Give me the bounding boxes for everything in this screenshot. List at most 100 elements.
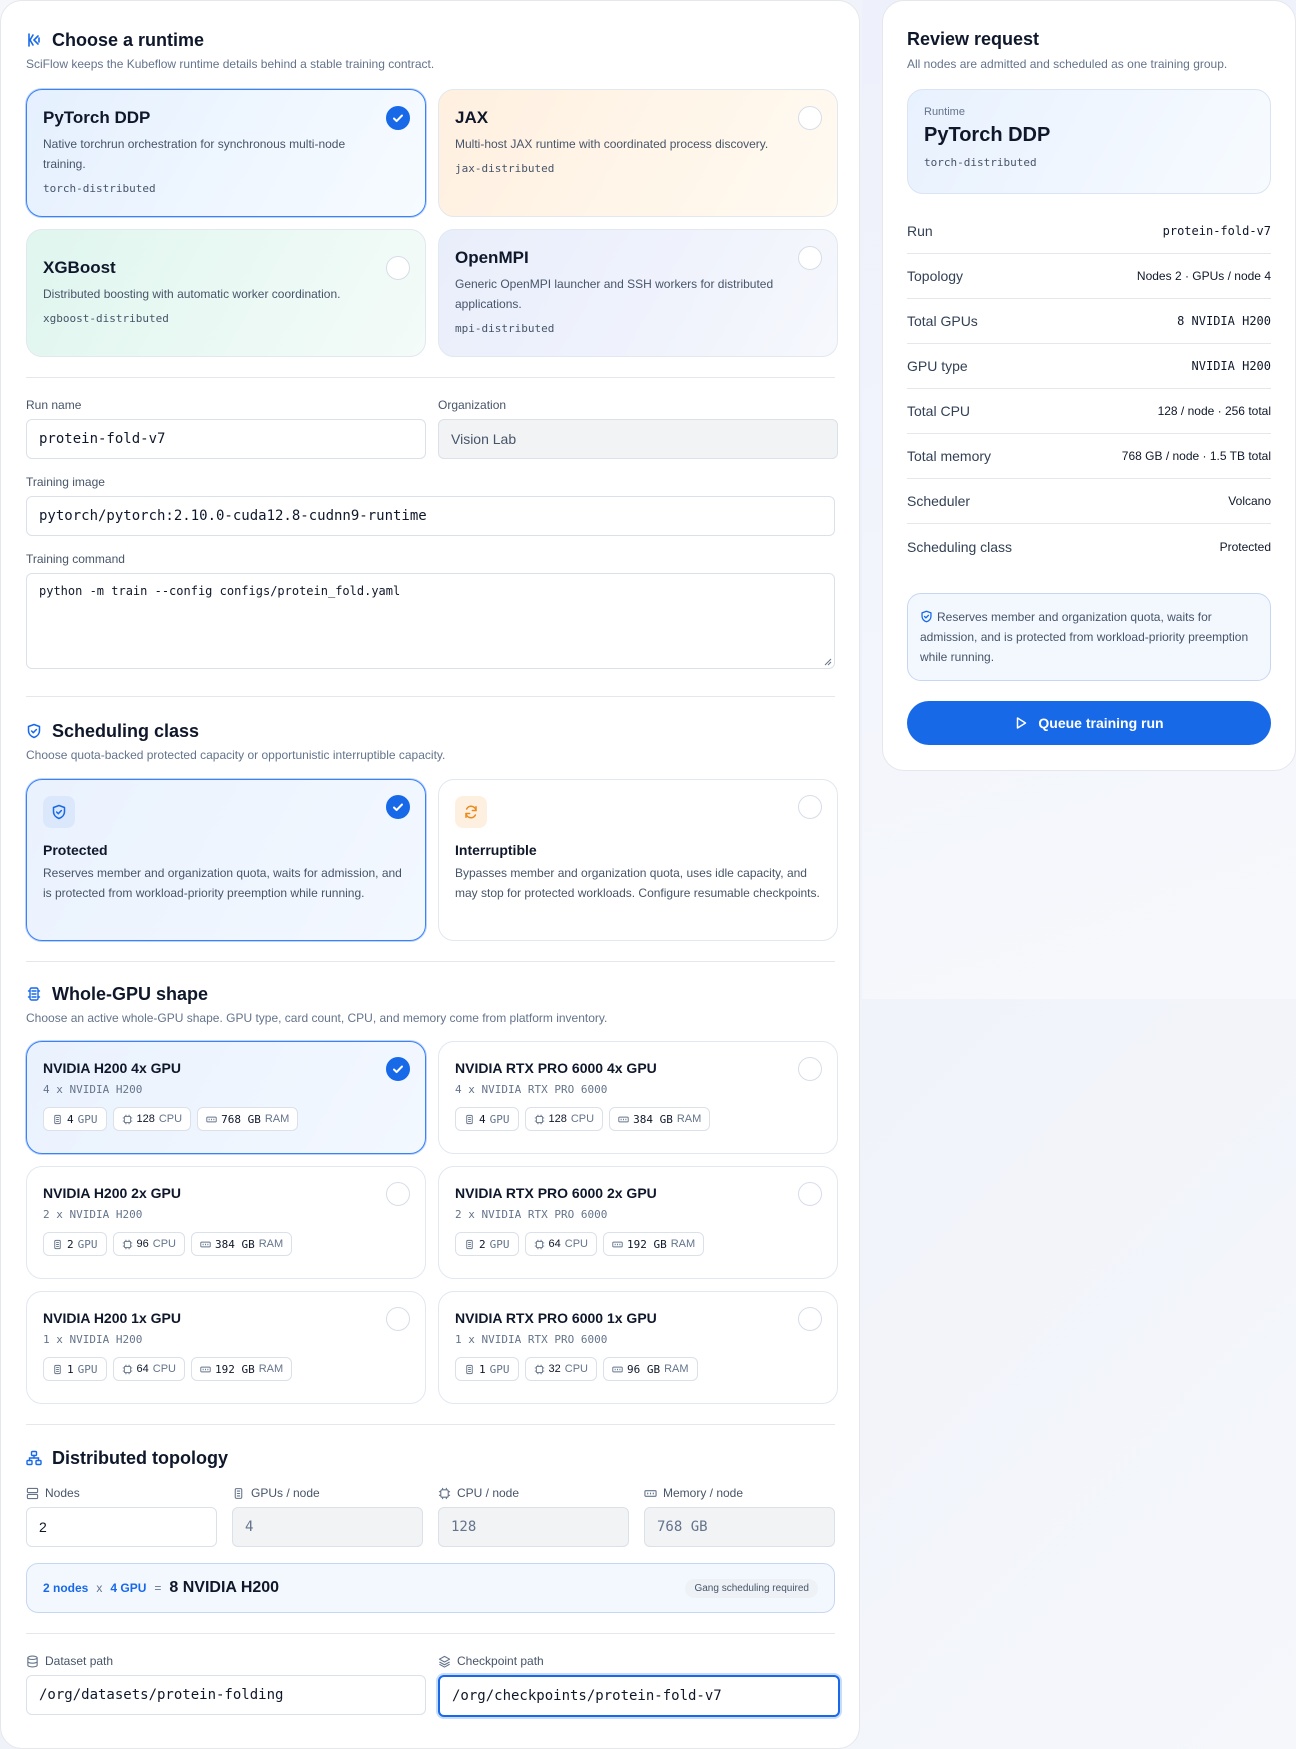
scheduling-card-protected[interactable]: Protected Reserves member and organizati… bbox=[26, 779, 426, 941]
scheduling-title: Scheduling class bbox=[52, 720, 200, 741]
gpu-shape-sub: 4 x NVIDIA RTX PRO 6000 bbox=[455, 1083, 608, 1096]
gpu-icon bbox=[54, 1364, 61, 1374]
resize-handle-icon[interactable] bbox=[824, 658, 832, 666]
gpu-shape-card[interactable]: NVIDIA H200 4x GPU 4 x NVIDIA H200 4 GPU 128… bbox=[26, 1041, 426, 1154]
cpu-unit: CPU bbox=[564, 1363, 588, 1375]
scheduling-radio-checked[interactable] bbox=[386, 795, 410, 819]
gpu-unit: GPU bbox=[77, 1112, 98, 1126]
summary-total: 8 NVIDIA H200 bbox=[169, 1579, 280, 1596]
review-runtime-code: torch-distributed bbox=[924, 156, 1037, 169]
gpu-shape-card[interactable]: NVIDIA RTX PRO 6000 1x GPU 1 x NVIDIA RTX… bbox=[438, 1291, 838, 1404]
gpu-shape-sub: 1 x NVIDIA RTX PRO 6000 bbox=[455, 1333, 608, 1346]
runtime-description: Generic OpenMPI launcher and SSH workers… bbox=[455, 277, 774, 311]
checkpoint-path-label: Checkpoint path bbox=[438, 1654, 838, 1668]
ram-chip: 768 GB RAM bbox=[197, 1107, 299, 1131]
memory-icon bbox=[644, 1489, 657, 1497]
gpu-radio[interactable] bbox=[798, 1057, 822, 1081]
ram-amount: 192 GB bbox=[214, 1362, 255, 1376]
gpu-shape-card[interactable]: NVIDIA RTX PRO 6000 4x GPU 4 x NVIDIA RTX… bbox=[438, 1041, 838, 1154]
gpu-shape-name: NVIDIA RTX PRO 6000 2x GPU bbox=[455, 1185, 657, 1201]
runtime-card-pytorch[interactable]: PyTorch DDP Native torchrun orchestratio… bbox=[26, 89, 426, 217]
gpu-shape-subtitle: Choose an active whole-GPU shape. GPU ty… bbox=[26, 1011, 608, 1025]
ram-chip: 192 GB RAM bbox=[190, 1357, 293, 1381]
divider bbox=[26, 1633, 835, 1634]
cpu-count: 64 bbox=[136, 1363, 149, 1375]
gpu-shape-name: NVIDIA RTX PRO 6000 4x GPU bbox=[455, 1060, 657, 1076]
gpu-radio[interactable] bbox=[798, 1307, 822, 1331]
gpu-shape-name: NVIDIA H200 4x GPU bbox=[43, 1060, 181, 1076]
nodes-label: Nodes bbox=[26, 1486, 217, 1500]
scheduling-radio[interactable] bbox=[798, 795, 822, 819]
gpu-shape-name: NVIDIA H200 2x GPU bbox=[43, 1185, 181, 1201]
gang-scheduling-badge: Gang scheduling required bbox=[685, 1578, 818, 1598]
gpu-shape-card[interactable]: NVIDIA RTX PRO 6000 2x GPU 2 x NVIDIA RTX… bbox=[438, 1166, 838, 1279]
organization-field: Vision Lab bbox=[438, 419, 838, 459]
ram-amount: 96 GB bbox=[626, 1362, 661, 1376]
gpu-shape-card[interactable]: NVIDIA H200 1x GPU 1 x NVIDIA H200 1 GPU 64 C… bbox=[26, 1291, 426, 1404]
cpu-count: 32 bbox=[548, 1363, 561, 1375]
review-runtime-card: Runtime PyTorch DDP torch-distributed bbox=[907, 89, 1271, 194]
gpu-radio[interactable] bbox=[798, 1182, 822, 1206]
gpu-count-chip: 2 GPU bbox=[43, 1232, 107, 1256]
cpu-icon bbox=[534, 1114, 544, 1124]
review-row-value: Volcano bbox=[1228, 494, 1271, 508]
cpu-per-node-label: CPU / node bbox=[438, 1486, 629, 1500]
gpu-shape-grid: NVIDIA H200 4x GPU 4 x NVIDIA H200 4 GPU 128… bbox=[26, 1041, 838, 1404]
gpu-icon bbox=[27, 987, 41, 1001]
ram-unit: RAM bbox=[664, 1363, 689, 1375]
runtime-code: torch-distributed bbox=[43, 182, 156, 195]
gpu-shape-name: NVIDIA H200 1x GPU bbox=[43, 1310, 181, 1326]
runtime-grid: PyTorch DDP Native torchrun orchestratio… bbox=[26, 89, 838, 357]
checkpoint-path-input[interactable]: /org/checkpoints/protein-fold-v7 bbox=[438, 1675, 840, 1717]
gpu-radio[interactable] bbox=[386, 1307, 410, 1331]
runtime-name: XGBoost bbox=[43, 258, 116, 277]
run-name-input[interactable]: protein-fold-v7 bbox=[26, 419, 426, 459]
gpu-count-chip: 2 GPU bbox=[455, 1232, 519, 1256]
refresh-icon bbox=[465, 805, 477, 819]
nodes-input[interactable]: 2 bbox=[26, 1507, 217, 1547]
gpu-radio[interactable] bbox=[386, 1182, 410, 1206]
queue-training-run-button[interactable]: Queue training run bbox=[907, 701, 1271, 745]
training-command-value: python -m train --config configs/protein… bbox=[39, 584, 401, 598]
runtime-card-xgboost[interactable]: XGBoost Distributed boosting with automa… bbox=[26, 229, 426, 357]
dataset-path-input[interactable]: /org/datasets/protein-folding bbox=[26, 1675, 426, 1715]
review-rows: Run protein-fold-v7 Topology Nodes 2 · GPUs… bbox=[907, 209, 1271, 569]
review-subtitle: All nodes are admitted and scheduled as … bbox=[907, 57, 1228, 71]
review-row: Scheduling class Protected bbox=[907, 524, 1271, 569]
gpu-shape-card[interactable]: NVIDIA H200 2x GPU 2 x NVIDIA H200 2 GPU 96 C… bbox=[26, 1166, 426, 1279]
ram-unit: RAM bbox=[258, 1238, 284, 1250]
check-icon bbox=[393, 803, 403, 812]
scheduling-name: Protected bbox=[43, 842, 108, 858]
runtime-card-openmpi[interactable]: OpenMPI Generic OpenMPI launcher and SSH… bbox=[438, 229, 838, 357]
training-image-input[interactable]: pytorch/pytorch:2.10.0-cuda12.8-cudnn9-r… bbox=[26, 496, 835, 536]
cpu-count-chip: 64 CPU bbox=[112, 1357, 185, 1381]
runtime-radio-checked[interactable] bbox=[386, 106, 410, 130]
gpu-icon bbox=[234, 1487, 243, 1499]
runtime-section-title: Choose a runtime bbox=[26, 29, 835, 51]
runtime-radio[interactable] bbox=[798, 106, 822, 130]
scheduling-section-title: Scheduling class bbox=[26, 720, 835, 742]
gpu-shape-sub: 4 x NVIDIA H200 bbox=[43, 1083, 143, 1096]
summary-equals: = bbox=[154, 1581, 162, 1595]
review-row-value: 128 / node · 256 total bbox=[1157, 404, 1271, 418]
runtime-radio[interactable] bbox=[386, 256, 410, 280]
gpu-radio-checked[interactable] bbox=[386, 1057, 410, 1081]
topology-summary: 2 nodes x 4 GPU = 8 NVIDIA H200 Gang sch… bbox=[26, 1563, 835, 1613]
memory-per-node-field: 768 GB bbox=[644, 1507, 835, 1547]
gpu-shape-sub: 1 x NVIDIA H200 bbox=[43, 1333, 143, 1346]
review-panel: Review request All nodes are admitted an… bbox=[882, 0, 1296, 771]
training-command-textarea[interactable]: python -m train --config configs/protein… bbox=[26, 573, 835, 669]
ram-unit: RAM bbox=[258, 1363, 284, 1375]
gpu-count: 2 bbox=[479, 1237, 486, 1251]
gpu-count-chip: 1 GPU bbox=[455, 1357, 519, 1381]
cpu-unit: CPU bbox=[152, 1238, 176, 1250]
divider bbox=[26, 961, 835, 962]
cpu-icon bbox=[534, 1364, 544, 1374]
gpu-shape-section-title: Whole-GPU shape bbox=[26, 983, 835, 1005]
runtime-radio[interactable] bbox=[798, 246, 822, 270]
review-row: Run protein-fold-v7 bbox=[907, 209, 1271, 254]
scheduling-card-interruptible[interactable]: Interruptible Bypasses member and organi… bbox=[438, 779, 838, 941]
runtime-card-jax[interactable]: JAX Multi-host JAX runtime with coordina… bbox=[438, 89, 838, 217]
ram-amount: 192 GB bbox=[626, 1237, 667, 1251]
run-org-row: Run name protein-fold-v7 Organization Vi… bbox=[26, 398, 838, 459]
